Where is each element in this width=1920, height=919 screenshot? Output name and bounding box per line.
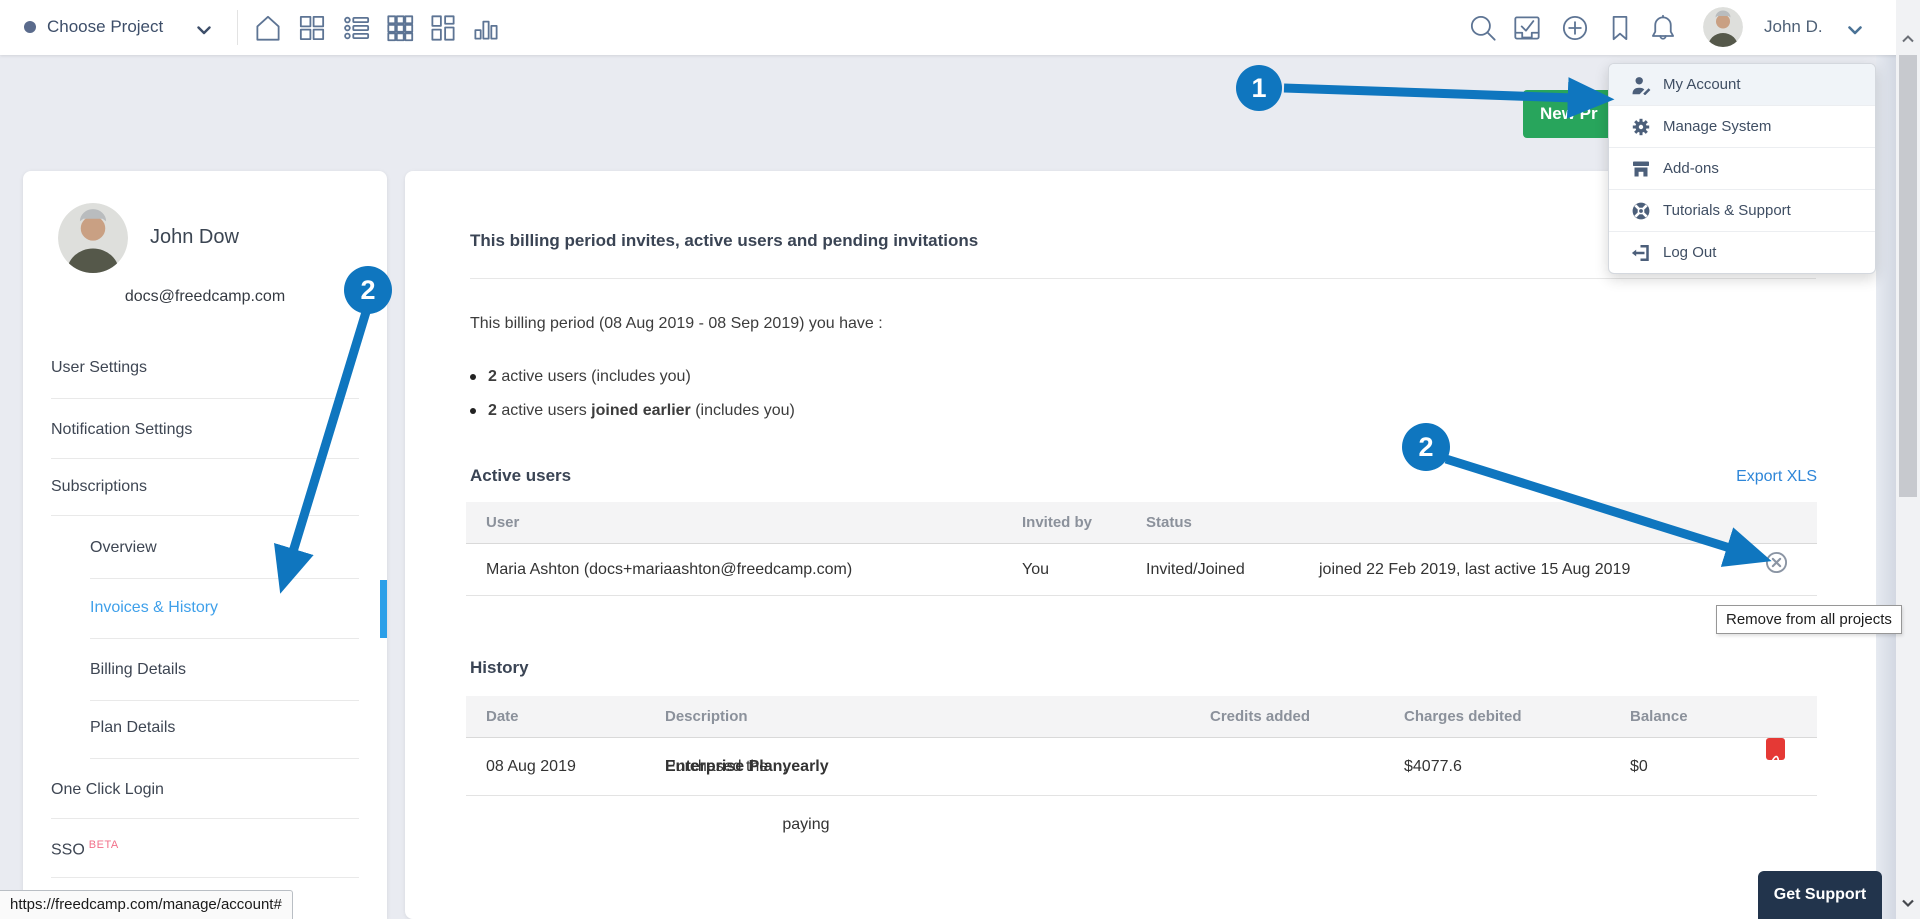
scrollbar-thumb[interactable] [1899, 55, 1917, 497]
bullet-dot [470, 374, 476, 380]
active-users-table: User Invited by Status Maria Ashton (doc… [466, 502, 1817, 596]
annotation-badge-1 [1236, 65, 1282, 111]
export-xls-link[interactable]: Export XLS [1736, 468, 1817, 486]
sidebar-item-notification-settings[interactable]: Notification Settings [51, 416, 192, 444]
scroll-down-arrow-icon[interactable] [1901, 895, 1915, 913]
cell-balance: $0 [1630, 738, 1648, 796]
sidebar-divider [90, 638, 359, 639]
page-title: This billing period invites, active user… [470, 231, 978, 251]
cell-user: Maria Ashton (docs+mariaashton@freedcamp… [486, 544, 852, 596]
page-gutter [1876, 55, 1896, 919]
sidebar-item-plan-details[interactable]: Plan Details [90, 714, 175, 742]
avatar[interactable] [1703, 7, 1743, 47]
sidebar-item-subscriptions[interactable]: Subscriptions [51, 473, 147, 501]
sidebar-user-email: docs@freedcamp.com [23, 288, 387, 306]
bullet-active-users: 2 active users (includes you) [470, 368, 691, 386]
topbar-divider [237, 10, 238, 45]
widgets-icon[interactable] [426, 11, 460, 45]
browser-status-bar: https://freedcamp.com/manage/account# [0, 890, 293, 919]
column-header-balance: Balance [1630, 696, 1688, 738]
bullet-dot [470, 408, 476, 414]
cell-charges: $4077.6 [1404, 738, 1462, 796]
menu-item-log-out[interactable]: Log Out [1609, 232, 1875, 274]
column-header-credits: Credits added [1210, 696, 1310, 738]
cell-activity: joined 22 Feb 2019, last active 15 Aug 2… [1319, 544, 1630, 596]
cell-date: 08 Aug 2019 [486, 738, 576, 796]
bookmark-icon[interactable] [1603, 11, 1637, 45]
list-icon[interactable] [340, 11, 374, 45]
cell-status: Invited/Joined [1146, 544, 1245, 596]
cell-invited-by: You [1022, 544, 1049, 596]
sidebar-divider [90, 758, 359, 759]
billing-content-panel: This billing period invites, active user… [405, 171, 1876, 919]
menu-item-my-account[interactable]: My Account [1609, 64, 1875, 106]
sidebar-divider [51, 818, 359, 819]
sidebar-divider [90, 578, 359, 579]
chevron-down-icon[interactable] [1848, 22, 1862, 40]
sidebar-item-overview[interactable]: Overview [90, 534, 157, 562]
grid-icon[interactable] [383, 11, 417, 45]
search-icon[interactable] [1466, 11, 1500, 45]
dashboard-icon[interactable] [295, 11, 329, 45]
sidebar-divider [51, 877, 359, 878]
column-header-charges: Charges debited [1404, 696, 1522, 738]
bullet-joined-earlier: 2 active users joined earlier (includes … [470, 402, 795, 420]
project-selector[interactable]: Choose Project [47, 17, 163, 37]
user-menu-trigger[interactable]: John D. [1764, 17, 1823, 37]
remove-tooltip: Remove from all projects [1716, 605, 1902, 634]
notifications-icon[interactable] [1646, 11, 1680, 45]
settings-sidebar: John Dow docs@freedcamp.com User Setting… [23, 171, 387, 919]
active-users-heading: Active users [470, 466, 571, 486]
help-icon [1631, 201, 1651, 221]
remove-user-icon[interactable] [1765, 544, 1788, 567]
sidebar-item-invoices-history[interactable]: Invoices & History [90, 594, 218, 622]
tasks-icon[interactable] [1510, 11, 1544, 45]
beta-badge: BETA [89, 839, 119, 851]
column-header-status: Status [1146, 502, 1192, 544]
sidebar-item-sso[interactable]: SSOBETA [51, 831, 119, 859]
home-icon[interactable] [251, 11, 285, 45]
table-header-row: Date Description Credits added Charges d… [466, 696, 1817, 738]
menu-item-manage-system[interactable]: Manage System [1609, 106, 1875, 148]
project-status-dot [24, 21, 36, 33]
history-heading: History [470, 658, 529, 678]
get-support-button[interactable]: Get Support [1758, 871, 1882, 919]
avatar[interactable] [58, 203, 128, 273]
column-header-description: Description [665, 696, 748, 738]
table-row: Maria Ashton (docs+mariaashton@freedcamp… [466, 544, 1817, 596]
gear-icon [1631, 117, 1651, 137]
sidebar-item-billing-details[interactable]: Billing Details [90, 656, 186, 684]
active-item-indicator [380, 580, 387, 638]
sidebar-item-one-click-login[interactable]: One Click Login [51, 776, 164, 804]
sidebar-divider [51, 398, 359, 399]
store-icon [1631, 159, 1651, 179]
scroll-up-arrow-icon[interactable] [1901, 31, 1915, 49]
reports-icon[interactable] [469, 11, 503, 45]
user-dropdown-menu: My Account Manage System Add-ons Tutoria… [1608, 63, 1876, 274]
add-icon[interactable] [1558, 11, 1592, 45]
annotation-badge-1-label: 1 [1251, 73, 1266, 103]
table-row: 08 Aug 2019 Purchased the Enterprise Pla… [466, 738, 1817, 796]
column-header-invited-by: Invited by [1022, 502, 1092, 544]
logout-icon [1631, 243, 1651, 263]
pdf-invoice-icon[interactable] [1766, 738, 1785, 760]
top-bar: Choose Project John D. [0, 0, 1920, 55]
column-header-date: Date [486, 696, 519, 738]
sidebar-user-name: John Dow [150, 226, 239, 249]
chevron-down-icon[interactable] [197, 22, 211, 40]
content-divider [470, 278, 1816, 279]
sidebar-divider [51, 458, 359, 459]
column-header-user: User [486, 502, 519, 544]
menu-item-tutorials-support[interactable]: Tutorials & Support [1609, 190, 1875, 232]
billing-period-line: This billing period (08 Aug 2019 - 08 Se… [470, 315, 883, 333]
sidebar-item-user-settings[interactable]: User Settings [51, 354, 147, 382]
user-edit-icon [1631, 75, 1651, 95]
menu-item-add-ons[interactable]: Add-ons [1609, 148, 1875, 190]
sidebar-divider [90, 700, 359, 701]
sidebar-divider [51, 515, 359, 516]
history-table: Date Description Credits added Charges d… [466, 696, 1817, 796]
cell-description: Purchased the Enterprise Plan, paying ye… [665, 738, 829, 796]
table-header-row: User Invited by Status [466, 502, 1817, 544]
page-scrollbar[interactable] [1896, 0, 1920, 919]
